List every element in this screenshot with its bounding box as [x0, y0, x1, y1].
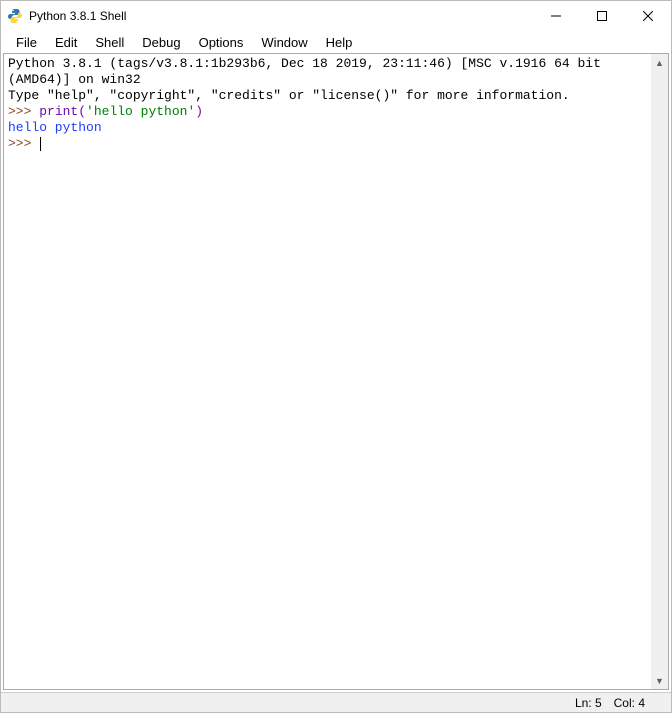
shell-text[interactable]: Python 3.8.1 (tags/v3.8.1:1b293b6, Dec 1…	[4, 54, 668, 154]
scroll-down-icon[interactable]: ▼	[651, 672, 668, 689]
shell-content[interactable]: Python 3.8.1 (tags/v3.8.1:1b293b6, Dec 1…	[3, 53, 669, 690]
vertical-scrollbar[interactable]: ▲ ▼	[651, 54, 668, 689]
menu-debug[interactable]: Debug	[133, 34, 189, 51]
title-bar: Python 3.8.1 Shell	[1, 1, 671, 31]
menu-file[interactable]: File	[7, 34, 46, 51]
code-arg: 'hello python'	[86, 104, 195, 119]
menu-edit[interactable]: Edit	[46, 34, 86, 51]
prompt: >>>	[8, 136, 39, 151]
code-close: )	[195, 104, 203, 119]
prompt: >>>	[8, 104, 39, 119]
status-col: Col: 4	[608, 696, 651, 710]
window-title: Python 3.8.1 Shell	[29, 9, 533, 23]
menu-help[interactable]: Help	[317, 34, 362, 51]
banner-line-1: Python 3.8.1 (tags/v3.8.1:1b293b6, Dec 1…	[8, 56, 609, 87]
banner-line-2: Type "help", "copyright", "credits" or "…	[8, 88, 570, 103]
menu-options[interactable]: Options	[190, 34, 253, 51]
menu-bar: File Edit Shell Debug Options Window Hel…	[1, 31, 671, 53]
scroll-track[interactable]	[651, 71, 668, 672]
window-controls	[533, 1, 671, 31]
status-line: Ln: 5	[569, 696, 608, 710]
menu-window[interactable]: Window	[252, 34, 316, 51]
minimize-button[interactable]	[533, 1, 579, 31]
text-cursor	[40, 137, 41, 151]
close-button[interactable]	[625, 1, 671, 31]
code-fn: print	[39, 104, 78, 119]
maximize-button[interactable]	[579, 1, 625, 31]
scroll-up-icon[interactable]: ▲	[651, 54, 668, 71]
python-icon	[7, 8, 23, 24]
output-line: hello python	[8, 120, 102, 135]
code-open: (	[78, 104, 86, 119]
status-bar: Ln: 5 Col: 4	[1, 692, 671, 712]
menu-shell[interactable]: Shell	[86, 34, 133, 51]
